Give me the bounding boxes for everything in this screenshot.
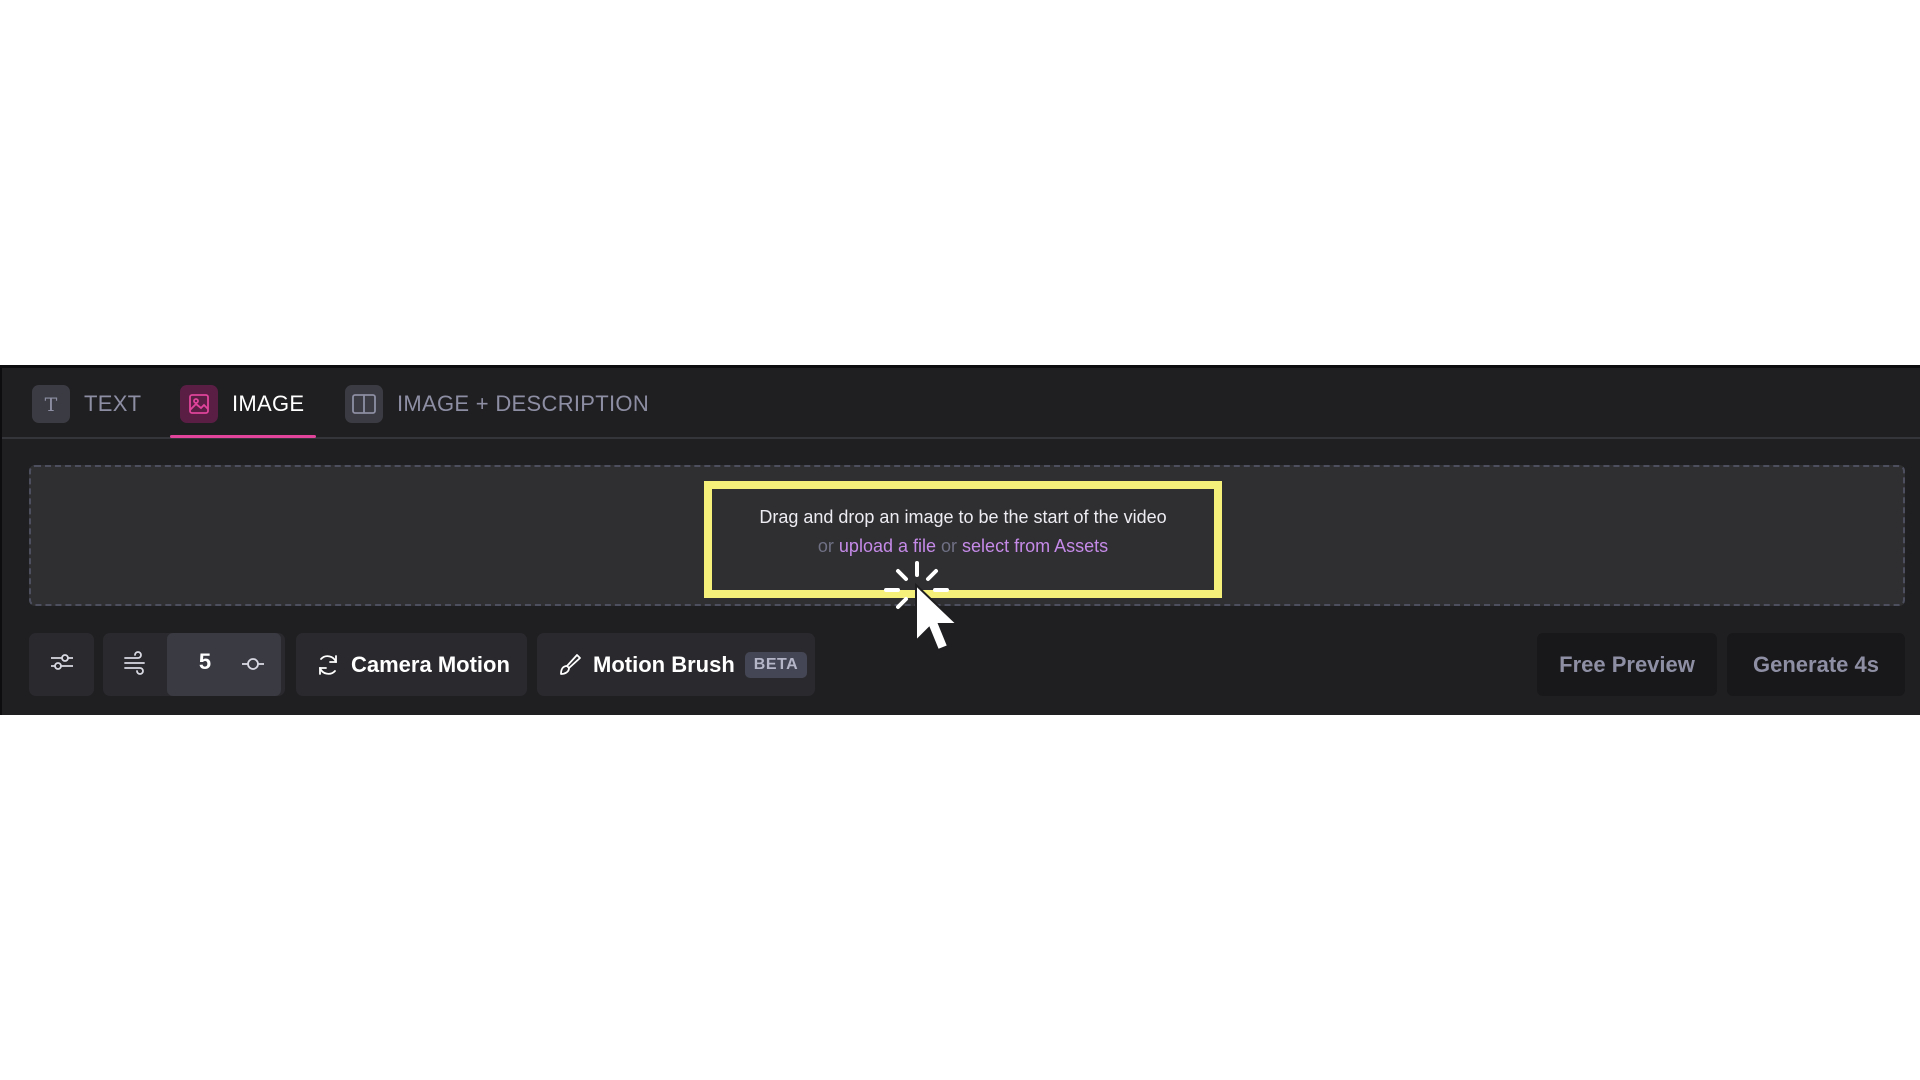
or-text: or	[817, 536, 834, 556]
motion-brush-label: Motion Brush	[593, 651, 735, 677]
settings-button[interactable]	[29, 633, 94, 696]
dropzone-options: or upload a file or select from Assets	[704, 536, 1222, 557]
screen: T TEXT IMAGE IMAGE + DESCRIPTION Drag an…	[0, 0, 1920, 1080]
generate-button[interactable]: Generate 4s	[1727, 633, 1905, 696]
image-icon	[180, 385, 218, 423]
tab-text[interactable]: T TEXT	[32, 385, 141, 437]
mode-tabs: T TEXT IMAGE IMAGE + DESCRIPTION	[2, 368, 1920, 439]
generation-panel: T TEXT IMAGE IMAGE + DESCRIPTION Drag an…	[0, 365, 1920, 715]
beta-badge: BETA	[744, 651, 808, 678]
tab-image-description-label: IMAGE + DESCRIPTION	[397, 391, 650, 416]
svg-text:T: T	[45, 394, 58, 416]
or-text: or	[941, 536, 958, 556]
motion-brush-button[interactable]: Motion Brush BETA	[537, 633, 815, 696]
sliders-icon	[49, 650, 75, 679]
camera-motion-button[interactable]: Camera Motion	[296, 633, 527, 696]
camera-motion-label: Camera Motion	[351, 651, 510, 677]
camera-rotate-icon	[315, 652, 341, 678]
text-t-icon: T	[32, 385, 70, 423]
tab-text-label: TEXT	[84, 391, 142, 416]
free-preview-button[interactable]: Free Preview	[1537, 633, 1717, 696]
wind-icon	[122, 649, 150, 680]
split-layout-icon	[345, 385, 383, 423]
tab-image-label: IMAGE	[232, 391, 305, 416]
tab-image-description[interactable]: IMAGE + DESCRIPTION	[345, 385, 649, 437]
active-tab-indicator	[170, 435, 316, 438]
dropzone-instruction: Drag and drop an image to be the start o…	[759, 507, 1167, 527]
slider-knob-icon[interactable]	[240, 652, 266, 681]
tab-image[interactable]: IMAGE	[180, 385, 304, 437]
upload-file-link[interactable]: upload a file	[839, 536, 936, 556]
paint-brush-icon	[557, 652, 583, 678]
select-assets-link[interactable]: select from Assets	[962, 536, 1108, 556]
motion-value[interactable]: 5	[192, 649, 218, 675]
pointer-cursor-icon	[884, 561, 960, 652]
